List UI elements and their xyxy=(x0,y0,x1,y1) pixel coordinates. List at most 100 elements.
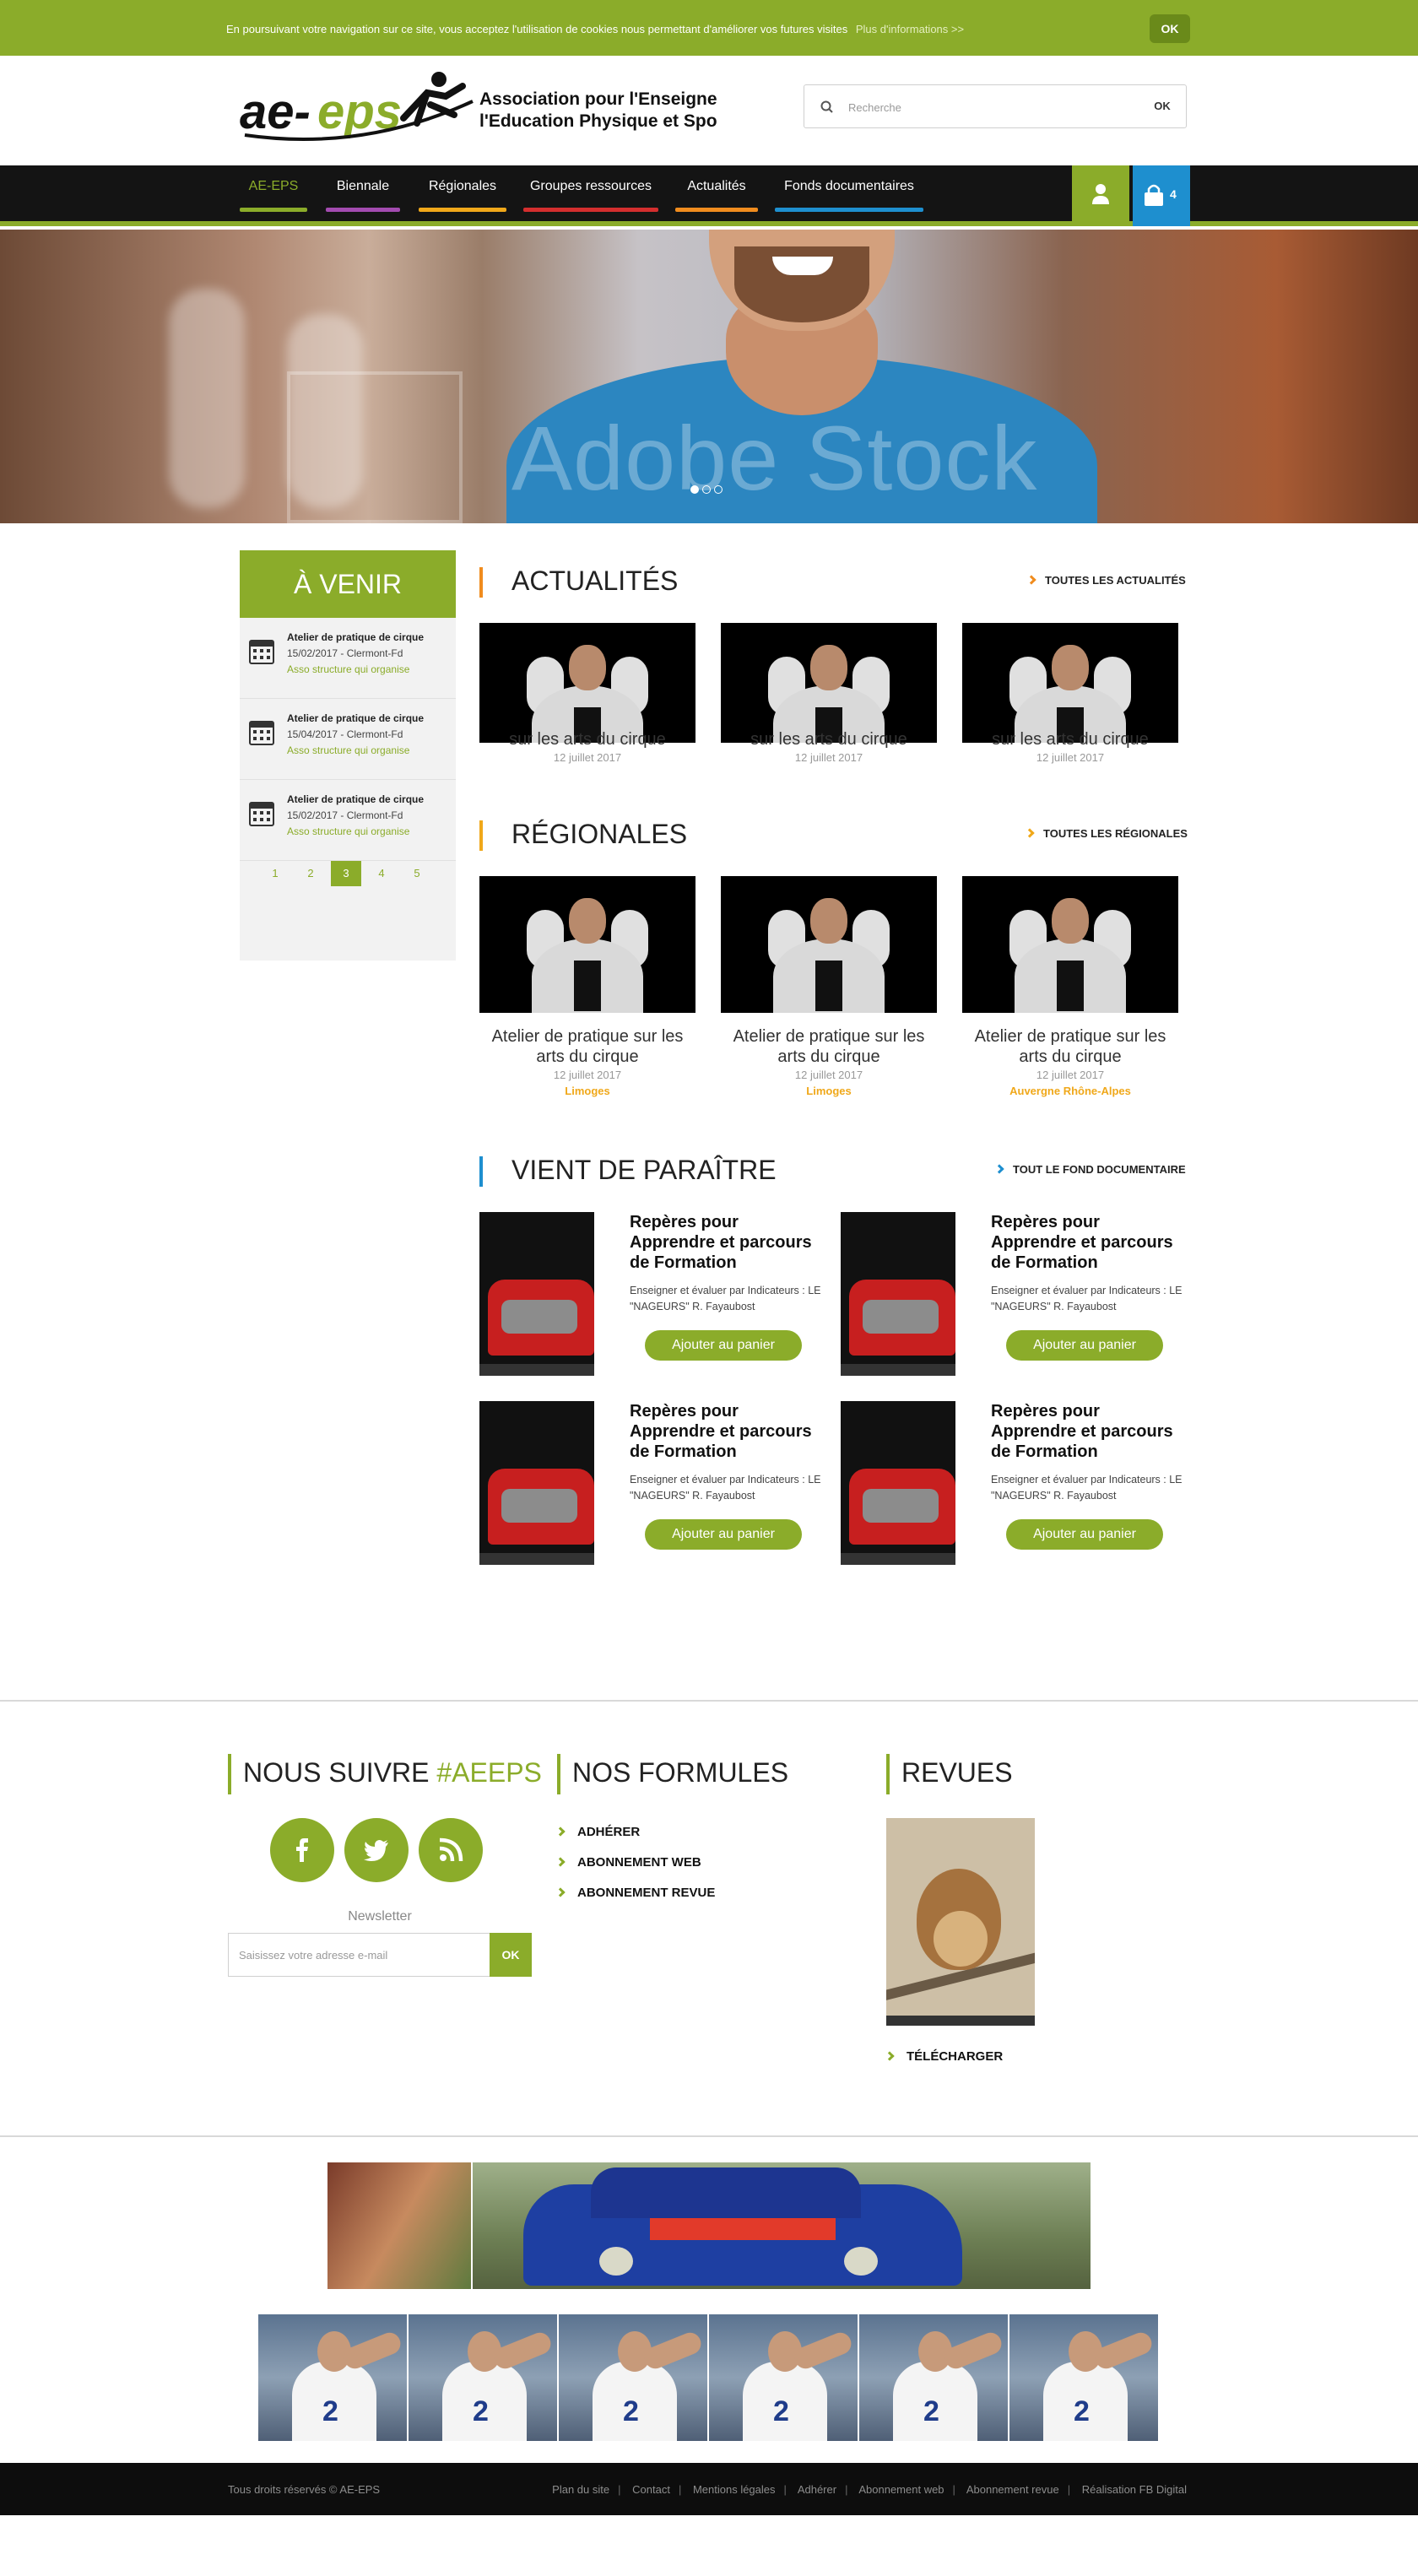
slider-dot[interactable] xyxy=(690,485,699,494)
all-documents-link[interactable]: TOUT LE FOND DOCUMENTAIRE xyxy=(994,1163,1186,1176)
chevron-right-icon xyxy=(994,1164,1004,1174)
book-title[interactable]: Repères pour Apprendre et parcours de Fo… xyxy=(630,1401,824,1462)
slider-dots xyxy=(690,483,726,498)
partner-logo[interactable]: 2 xyxy=(709,2314,858,2441)
page-link-current[interactable]: 3 xyxy=(331,861,361,886)
upcoming-events: À VENIR Atelier de pratique de cirque 15… xyxy=(240,550,456,961)
slider-dot[interactable] xyxy=(714,485,723,494)
partner-logo[interactable]: 2 xyxy=(1009,2314,1158,2441)
nav-item-ae-eps[interactable]: AE-EPS xyxy=(240,165,307,221)
nav-item-actualites[interactable]: Actualités xyxy=(675,165,758,221)
book-title[interactable]: Repères pour Apprendre et parcours de Fo… xyxy=(630,1212,824,1273)
formule-link-abonnement-web[interactable]: ABONNEMENT WEB xyxy=(555,1855,701,1870)
site-logo[interactable]: ae- eps Association pour l'Enseignement … xyxy=(236,71,760,152)
logo-ae: ae- xyxy=(240,84,311,139)
nav-item-fonds-documentaires[interactable]: Fonds documentaires xyxy=(775,165,923,221)
paraitre-title: VIENT DE PARAÎTRE xyxy=(511,1155,777,1185)
partner-logo[interactable]: 2 xyxy=(559,2314,707,2441)
add-to-cart-button[interactable]: Ajouter au panier xyxy=(645,1330,802,1361)
rss-button[interactable] xyxy=(419,1818,483,1882)
event-item[interactable]: Atelier de pratique de cirque 15/02/2017… xyxy=(240,618,456,699)
nav-item-biennale[interactable]: Biennale xyxy=(326,165,400,221)
page-link[interactable]: 1 xyxy=(260,861,290,886)
partner-logo[interactable]: 2 xyxy=(409,2314,557,2441)
cookie-more-link[interactable]: Plus d'informations >> xyxy=(856,23,964,35)
book-description: Enseigner et évaluer par Indicateurs : L… xyxy=(991,1474,1183,1502)
cookie-ok-button[interactable]: OK xyxy=(1150,14,1190,43)
hero-watermark: Adobe Stock xyxy=(511,407,1038,509)
footer-link-credits[interactable]: Réalisation FB Digital xyxy=(1082,2483,1187,2496)
add-to-cart-button[interactable]: Ajouter au panier xyxy=(1006,1519,1163,1550)
nav-item-regionales[interactable]: Régionales xyxy=(419,165,506,221)
chevron-right-icon xyxy=(1026,575,1036,585)
hero-slider: Adobe Stock xyxy=(0,230,1418,523)
book-title[interactable]: Repères pour Apprendre et parcours de Fo… xyxy=(991,1401,1185,1462)
all-news-link[interactable]: TOUTES LES ACTUALITÉS xyxy=(1026,574,1186,587)
facebook-button[interactable] xyxy=(270,1818,334,1882)
formule-label: ABONNEMENT WEB xyxy=(577,1855,701,1870)
event-item[interactable]: Atelier de pratique de cirque 15/02/2017… xyxy=(240,780,456,861)
footer-link-contact[interactable]: Contact xyxy=(632,2483,670,2496)
download-link[interactable]: TÉLÉCHARGER xyxy=(885,2049,1003,2064)
nav-item-groupes-ressources[interactable]: Groupes ressources xyxy=(523,165,658,221)
regional-region: Limoges xyxy=(565,1085,610,1097)
newsletter-submit-button[interactable]: OK xyxy=(490,1933,532,1977)
hero-person-smile xyxy=(772,257,833,275)
event-title: Atelier de pratique de cirque xyxy=(287,793,425,805)
search-button[interactable]: OK xyxy=(1139,85,1186,127)
footer-link-adherer[interactable]: Adhérer xyxy=(798,2483,836,2496)
shopping-bag-icon xyxy=(1145,184,1163,206)
event-date: 15/04/2017 - Clermont-Fd xyxy=(287,728,403,740)
event-title: Atelier de pratique de cirque xyxy=(287,631,425,643)
regional-region: Auvergne Rhône-Alpes xyxy=(1009,1085,1131,1097)
nav-underline xyxy=(419,208,506,212)
footer-link-legal[interactable]: Mentions légales xyxy=(693,2483,776,2496)
page-link[interactable]: 5 xyxy=(402,861,432,886)
formule-link-adherer[interactable]: ADHÉRER xyxy=(555,1825,640,1839)
add-to-cart-button[interactable]: Ajouter au panier xyxy=(1006,1330,1163,1361)
book-cover[interactable] xyxy=(479,1212,594,1376)
partner-logo[interactable] xyxy=(327,2162,471,2289)
partner-logo[interactable] xyxy=(473,2162,1091,2289)
regional-date: 12 juillet 2017 xyxy=(553,1069,622,1081)
cart-button[interactable]: 4 xyxy=(1133,165,1190,226)
regional-title: Atelier de pratique sur les arts du cirq… xyxy=(733,1027,925,1066)
page-link[interactable]: 2 xyxy=(295,861,326,886)
book-cover[interactable] xyxy=(841,1212,955,1376)
news-date: 12 juillet 2017 xyxy=(553,751,622,764)
partner-logo[interactable]: 2 xyxy=(859,2314,1008,2441)
event-item[interactable]: Atelier de pratique de cirque 15/04/2017… xyxy=(240,699,456,780)
regional-caption: Atelier de pratique sur les arts du cirq… xyxy=(721,1026,937,1097)
nav-underline xyxy=(775,208,923,212)
nav-label: Fonds documentaires xyxy=(784,179,914,193)
regional-caption: Atelier de pratique sur les arts du cirq… xyxy=(962,1026,1178,1097)
book-cover[interactable] xyxy=(841,1401,955,1565)
footer-link-web-subscription[interactable]: Abonnement web xyxy=(858,2483,944,2496)
revue-cover[interactable] xyxy=(886,1818,1035,2026)
footer-link-revue-subscription[interactable]: Abonnement revue xyxy=(966,2483,1059,2496)
twitter-button[interactable] xyxy=(344,1818,409,1882)
formule-link-abonnement-revue[interactable]: ABONNEMENT REVUE xyxy=(555,1886,715,1900)
newsletter-email-field[interactable] xyxy=(228,1933,490,1977)
search-input[interactable] xyxy=(848,95,1101,119)
book-cover[interactable] xyxy=(479,1401,594,1565)
cookie-message: En poursuivant votre navigation sur ce s… xyxy=(226,23,964,35)
add-to-cart-button[interactable]: Ajouter au panier xyxy=(645,1519,802,1550)
column-accent-bar xyxy=(886,1754,890,1794)
all-regionales-link[interactable]: TOUTES LES RÉGIONALES xyxy=(1025,827,1188,840)
news-image xyxy=(479,623,695,743)
regional-region: Limoges xyxy=(806,1085,852,1097)
facebook-icon xyxy=(296,1838,308,1862)
account-button[interactable] xyxy=(1072,165,1129,226)
news-date: 12 juillet 2017 xyxy=(1036,751,1105,764)
cookie-banner: En poursuivant votre navigation sur ce s… xyxy=(0,0,1418,56)
regional-date: 12 juillet 2017 xyxy=(1036,1069,1105,1081)
page-link[interactable]: 4 xyxy=(366,861,397,886)
partner-logo[interactable]: 2 xyxy=(258,2314,407,2441)
divider xyxy=(0,2135,1418,2137)
column-accent-bar xyxy=(557,1754,560,1794)
book-title[interactable]: Repères pour Apprendre et parcours de Fo… xyxy=(991,1212,1185,1273)
slider-dot[interactable] xyxy=(702,485,711,494)
chevron-right-icon xyxy=(555,1857,566,1867)
footer-link-sitemap[interactable]: Plan du site xyxy=(552,2483,609,2496)
